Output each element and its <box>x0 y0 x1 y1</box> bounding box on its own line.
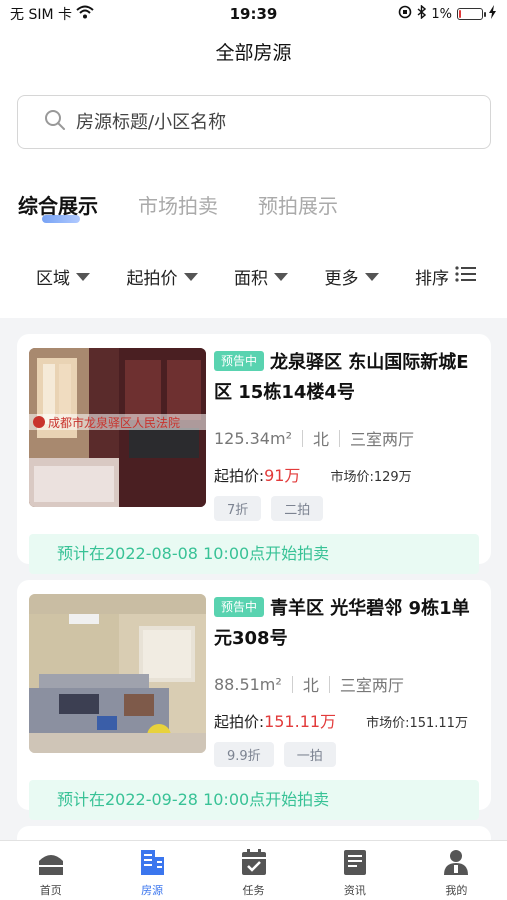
bluetooth-icon <box>417 4 427 23</box>
market-price: 市场价:151.11万 <box>366 712 468 731</box>
news-icon <box>340 847 370 880</box>
carrier-label: 无 SIM 卡 <box>10 7 72 23</box>
listing-title: 预告中 青羊区 光华碧邻 9栋1单元308号 <box>214 594 476 654</box>
tabbar-tasks-label: 任务 <box>242 884 265 897</box>
listing-photo: 成都市龙泉驿区人民法院 <box>29 348 206 507</box>
filter-start-price[interactable]: 起拍价 <box>127 264 198 289</box>
tab-market-auction[interactable]: 市场拍卖 <box>138 190 218 219</box>
start-price-value: 151.11万 <box>264 712 337 731</box>
battery-icon <box>457 8 486 20</box>
filter-bar: 区域 起拍价 面积 更多 排序 <box>0 256 507 296</box>
building-icon <box>137 847 167 880</box>
user-icon <box>441 847 471 880</box>
listing-layout: 三室两厅 <box>350 430 415 449</box>
page-title: 全部房源 <box>215 42 292 64</box>
filter-start-price-label: 起拍价 <box>126 268 178 289</box>
tabbar-home-label: 首页 <box>39 884 62 897</box>
charging-icon <box>488 5 497 23</box>
tabbar-news[interactable]: 资讯 <box>304 841 405 900</box>
round-tag: 二拍 <box>271 496 324 521</box>
active-tab-indicator <box>42 215 80 223</box>
chevron-down-icon <box>364 273 379 281</box>
listing-area: 125.34m² <box>214 428 292 448</box>
tabbar-tasks[interactable]: 任务 <box>203 841 304 900</box>
filter-area-label: 面积 <box>234 268 268 289</box>
filter-more-label: 更多 <box>324 268 359 289</box>
tabbar-mine-label: 我的 <box>445 884 468 897</box>
start-price-value: 91万 <box>264 466 301 485</box>
status-left: 无 SIM 卡 <box>10 4 94 24</box>
listing-tags: 9.9折 一拍 <box>214 742 336 767</box>
listing-photo <box>29 594 206 753</box>
listing-card[interactable]: 成都市龙泉驿区人民法院 预告中 龙泉驿区 东山国际新城E区 15栋14楼4号 12… <box>17 334 491 574</box>
search-icon <box>44 109 66 135</box>
bottom-tab-bar: 首页 房源 任务 资讯 我的 <box>0 840 507 900</box>
filter-sort-label: 排序 <box>415 268 449 289</box>
filter-sort[interactable]: 排序 <box>415 264 477 289</box>
divider <box>328 675 330 693</box>
filter-region[interactable]: 区域 <box>36 264 90 289</box>
calendar-check-icon <box>239 847 269 880</box>
listing-orientation: 北 <box>312 430 329 449</box>
status-right: 1% <box>398 4 497 23</box>
tabbar-home[interactable]: 首页 <box>0 841 101 900</box>
tabbar-listings-label: 房源 <box>141 884 164 897</box>
listing-card[interactable] <box>17 826 491 840</box>
discount-tag: 7折 <box>214 496 262 521</box>
filter-region-label: 区域 <box>36 268 70 289</box>
divider <box>301 429 303 447</box>
filter-area[interactable]: 面积 <box>234 264 288 289</box>
listing-orientation: 北 <box>302 676 319 695</box>
status-badge: 预告中 <box>214 597 265 617</box>
chevron-down-icon <box>183 273 198 281</box>
listing-price-row: 起拍价: 91万 市场价:129万 <box>214 462 412 486</box>
auction-notice: 预计在2022-08-08 10:00点开始拍卖 <box>29 534 479 574</box>
home-icon <box>36 847 66 880</box>
listing-area: 88.51m² <box>214 674 282 694</box>
search-input[interactable] <box>76 111 456 133</box>
market-price-value: 129万 <box>373 470 412 485</box>
status-badge: 预告中 <box>214 351 265 371</box>
chevron-down-icon <box>76 273 90 281</box>
listing-layout: 三室两厅 <box>339 676 404 695</box>
battery-fill <box>459 10 461 18</box>
auction-notice: 预计在2022-09-28 10:00点开始拍卖 <box>29 780 479 820</box>
market-price-label: 市场价: <box>330 470 374 485</box>
search-box[interactable] <box>17 95 491 149</box>
tabbar-mine[interactable]: 我的 <box>406 841 507 900</box>
listing-card[interactable]: 预告中 青羊区 光华碧邻 9栋1单元308号 88.51m² 北 三室两厅 起拍价… <box>17 580 491 820</box>
start-price-label: 起拍价: <box>214 467 265 485</box>
market-price-label: 市场价: <box>366 716 410 731</box>
market-price: 市场价:129万 <box>330 466 411 485</box>
listing-tags: 7折 二拍 <box>214 496 324 521</box>
photo-watermark: 成都市龙泉驿区人民法院 <box>48 415 180 430</box>
start-price-label: 起拍价: <box>214 713 265 731</box>
listing-list: 成都市龙泉驿区人民法院 预告中 龙泉驿区 东山国际新城E区 15栋14楼4号 12… <box>0 318 507 840</box>
list-sort-icon <box>455 265 477 287</box>
divider <box>291 675 293 693</box>
battery-percent: 1% <box>431 6 452 22</box>
listing-specs: 125.34m² 北 三室两厅 <box>214 426 414 450</box>
tabbar-listings[interactable]: 房源 <box>101 841 202 900</box>
listing-price-row: 起拍价: 151.11万 市场价:151.11万 <box>214 708 468 732</box>
chevron-down-icon <box>274 273 288 281</box>
round-tag: 一拍 <box>283 742 336 767</box>
divider <box>339 429 340 447</box>
market-price-value: 151.11万 <box>409 716 468 731</box>
tabbar-news-label: 资讯 <box>343 884 366 897</box>
filter-more[interactable]: 更多 <box>325 264 379 289</box>
orientation-lock-icon <box>398 5 412 23</box>
listing-title: 预告中 龙泉驿区 东山国际新城E区 15栋14楼4号 <box>214 348 476 408</box>
wifi-icon <box>76 5 94 23</box>
discount-tag: 9.9折 <box>214 742 274 767</box>
tab-pre-auction[interactable]: 预拍展示 <box>258 190 338 219</box>
listing-specs: 88.51m² 北 三室两厅 <box>214 672 404 696</box>
status-bar: 无 SIM 卡 19:39 1% <box>0 0 507 28</box>
